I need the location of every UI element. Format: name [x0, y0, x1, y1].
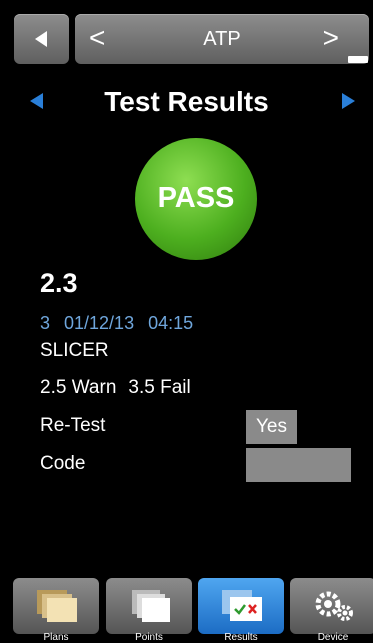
next-result-icon[interactable]	[342, 93, 355, 109]
tab-points[interactable]	[106, 578, 192, 634]
fail-limit: 3.5 Fail	[128, 377, 191, 398]
back-button[interactable]	[14, 14, 69, 64]
selector-next-icon[interactable]: >	[323, 23, 339, 53]
warn-limit: 2.5 Warn	[40, 377, 117, 398]
plan-selector[interactable]: < ATP >	[75, 14, 369, 64]
point-number: 3	[40, 313, 51, 333]
gears-icon	[315, 591, 353, 621]
tab-bar: Plans Points Results Device	[0, 574, 373, 643]
tab-plans[interactable]	[13, 578, 99, 634]
retest-label: Re-Test	[40, 415, 106, 436]
tab-device[interactable]	[290, 578, 373, 634]
tab-points-label: Points	[135, 632, 163, 643]
result-value: 2.3	[40, 268, 78, 298]
pages-icon	[132, 590, 170, 622]
status-label: PASS	[157, 182, 235, 214]
page-title: Test Results	[104, 86, 269, 117]
battery-icon	[348, 56, 368, 63]
code-label: Code	[40, 453, 86, 474]
retest-button[interactable]: Yes	[246, 410, 297, 444]
tab-plans-label: Plans	[43, 632, 69, 643]
tab-results[interactable]	[198, 578, 284, 634]
result-time: 04:15	[148, 313, 194, 333]
code-input[interactable]	[246, 448, 351, 482]
tab-device-label: Device	[317, 632, 349, 643]
top-bar: < ATP >	[0, 0, 373, 78]
folders-icon	[37, 590, 77, 622]
results-checklist-icon	[222, 590, 262, 621]
result-date: 01/12/13	[64, 313, 135, 333]
back-arrow-icon	[35, 31, 47, 47]
location-name: SLICER	[40, 340, 109, 361]
result-meta: 3 01/12/13 04:15	[40, 313, 207, 334]
limits: 2.5 Warn 3.5 Fail	[40, 377, 203, 399]
tab-results-label: Results	[224, 632, 258, 643]
status-indicator: PASS	[135, 138, 257, 260]
